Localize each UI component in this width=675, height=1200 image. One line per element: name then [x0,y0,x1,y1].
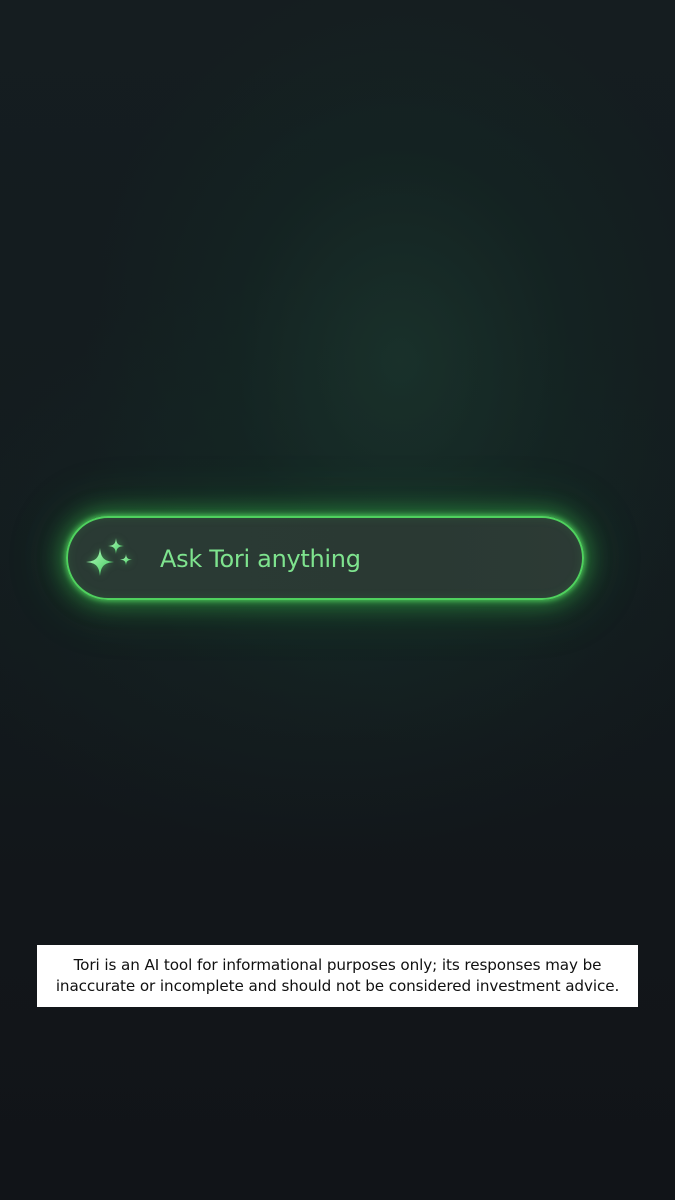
ask-tori-input[interactable]: Ask Tori anything [66,516,584,600]
sparkles-icon [86,536,134,580]
ask-placeholder: Ask Tori anything [160,545,361,573]
disclaimer-text: Tori is an AI tool for informational pur… [37,945,638,1007]
